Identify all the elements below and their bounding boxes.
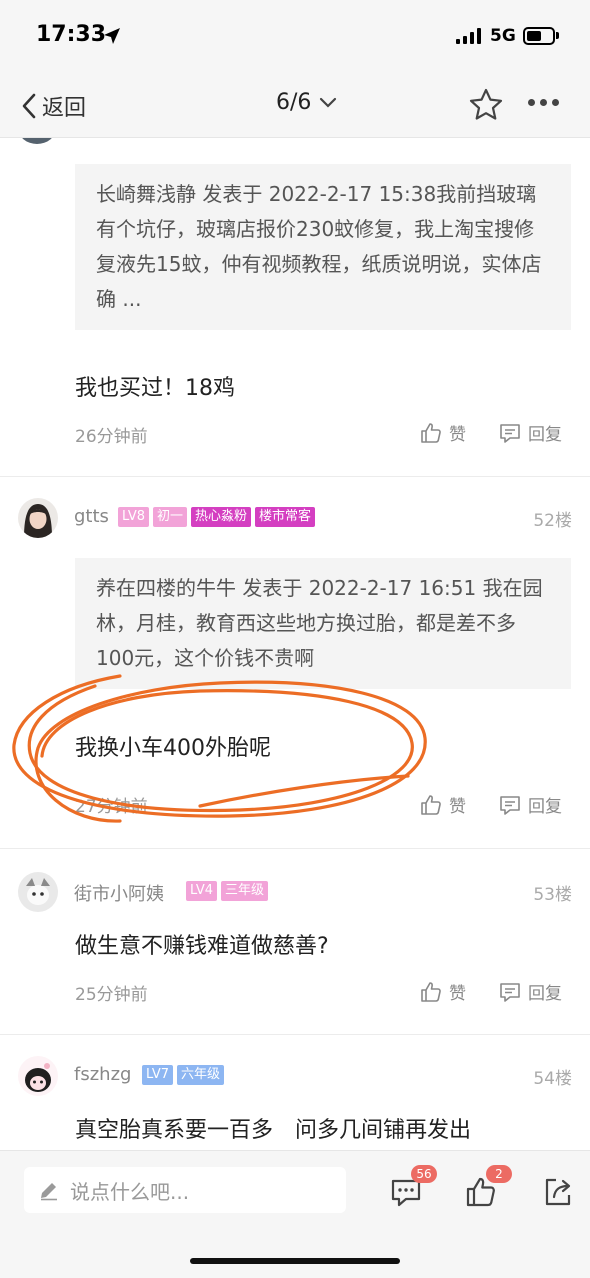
rank-badge: 初一 — [152, 507, 187, 527]
reply-button[interactable]: 回复 — [498, 979, 562, 1004]
level-badge: LV8 — [118, 507, 149, 527]
comment-icon — [500, 423, 520, 443]
reply-text: 我换小车400外胎呢 — [75, 736, 271, 761]
like-button[interactable]: 赞 — [419, 420, 466, 445]
post-header: gtts LV8 初一 热心淼粉 楼市常客 52楼 — [18, 498, 572, 538]
thumbs-up-icon — [421, 794, 441, 815]
reply-list: 长崎舞浅静 发表于 2022-2-17 15:38我前挡玻璃有个坑仔，玻璃店报价… — [0, 138, 590, 1150]
divider — [0, 1034, 590, 1035]
location-arrow-icon — [104, 28, 120, 44]
reply-text: 我也买过！18鸡 — [75, 376, 235, 401]
like-label: 赞 — [449, 797, 466, 817]
comment-input[interactable]: 说点什么吧... — [24, 1167, 346, 1213]
page-indicator: 6/6 — [276, 90, 312, 115]
comment-input-placeholder: 说点什么吧... — [70, 1179, 190, 1204]
floor-number: 53楼 — [533, 885, 572, 905]
fan-badge: 热心淼粉 — [191, 507, 252, 527]
like-button[interactable]: 赞 — [419, 979, 466, 1004]
quoted-reply: 养在四楼的牛牛 发表于 2022-2-17 16:51 我在园林，月桂，教育西这… — [75, 558, 571, 689]
edit-pencil-icon — [41, 1183, 57, 1201]
user-badges: LV4 三年级 — [186, 881, 268, 901]
dropdown-chevron-icon — [320, 97, 337, 108]
nav-bar: 返回 6/6 — [0, 76, 590, 138]
reply-button[interactable]: 回复 — [498, 420, 562, 445]
signal-icon — [456, 28, 481, 44]
back-button[interactable]: 返回 — [20, 88, 86, 124]
user-badges: LV8 初一 热心淼粉 楼市常客 — [118, 507, 316, 527]
avatar[interactable] — [18, 872, 58, 912]
reply-text: 做生意不赚钱难道做慈善? — [75, 934, 329, 959]
user-badges: LV7 六年级 — [142, 1065, 224, 1085]
status-time: 17:33 — [36, 22, 107, 47]
reply-time: 26分钟前 — [75, 427, 148, 447]
reply-label: 回复 — [528, 797, 562, 817]
avatar[interactable] — [18, 1056, 58, 1096]
more-icon[interactable] — [528, 99, 559, 106]
reply-button[interactable]: 回复 — [498, 792, 562, 817]
rank-badge: 三年级 — [220, 881, 268, 901]
comment-icon — [500, 795, 520, 815]
thumbs-up-icon — [421, 422, 441, 443]
like-post-button[interactable]: 2 — [464, 1165, 512, 1209]
like-button[interactable]: 赞 — [419, 792, 466, 817]
home-indicator — [190, 1258, 400, 1264]
divider — [0, 476, 590, 477]
comment-icon — [500, 982, 520, 1002]
reply-time: 25分钟前 — [75, 985, 148, 1005]
star-icon[interactable] — [468, 87, 504, 123]
back-label: 返回 — [42, 96, 87, 121]
share-icon[interactable] — [541, 1175, 575, 1209]
level-badge: LV4 — [186, 881, 217, 901]
like-label: 赞 — [449, 425, 466, 445]
username[interactable]: fszhzg — [74, 1064, 131, 1085]
divider — [0, 848, 590, 849]
post-header: fszhzg LV7 六年级 54楼 — [18, 1056, 572, 1096]
reply-text: 真空胎真系要一百多 问多几间铺再发出 — [75, 1118, 472, 1143]
rank-badge: 六年级 — [176, 1065, 224, 1085]
bottom-bar: 说点什么吧... 56 2 — [0, 1150, 590, 1278]
quoted-reply: 长崎舞浅静 发表于 2022-2-17 15:38我前挡玻璃有个坑仔，玻璃店报价… — [75, 164, 571, 330]
post-header: 街市小阿姨 LV4 三年级 53楼 — [18, 872, 572, 912]
comment-count-badge: 56 — [411, 1165, 437, 1183]
network-label: 5G — [490, 26, 516, 46]
like-count-badge: 2 — [486, 1165, 512, 1183]
username[interactable]: gtts — [74, 506, 109, 527]
username[interactable]: 街市小阿姨 — [74, 880, 164, 906]
battery-icon — [523, 27, 555, 45]
page-selector[interactable]: 6/6 — [276, 90, 337, 115]
reply-label: 回复 — [528, 425, 562, 445]
back-chevron-icon — [22, 93, 36, 119]
status-bar: 17:33 5G — [0, 0, 590, 76]
regular-badge: 楼市常客 — [255, 507, 316, 527]
floor-number: 52楼 — [533, 511, 572, 531]
avatar[interactable] — [18, 498, 58, 538]
avatar — [18, 138, 56, 144]
comments-button[interactable]: 56 — [389, 1165, 437, 1209]
reply-label: 回复 — [528, 984, 562, 1004]
battery-cap — [556, 32, 559, 39]
thumbs-up-icon — [421, 981, 441, 1002]
floor-number: 54楼 — [533, 1069, 572, 1089]
level-badge: LV7 — [142, 1065, 173, 1085]
reply-time: 27分钟前 — [75, 797, 148, 817]
like-label: 赞 — [449, 984, 466, 1004]
